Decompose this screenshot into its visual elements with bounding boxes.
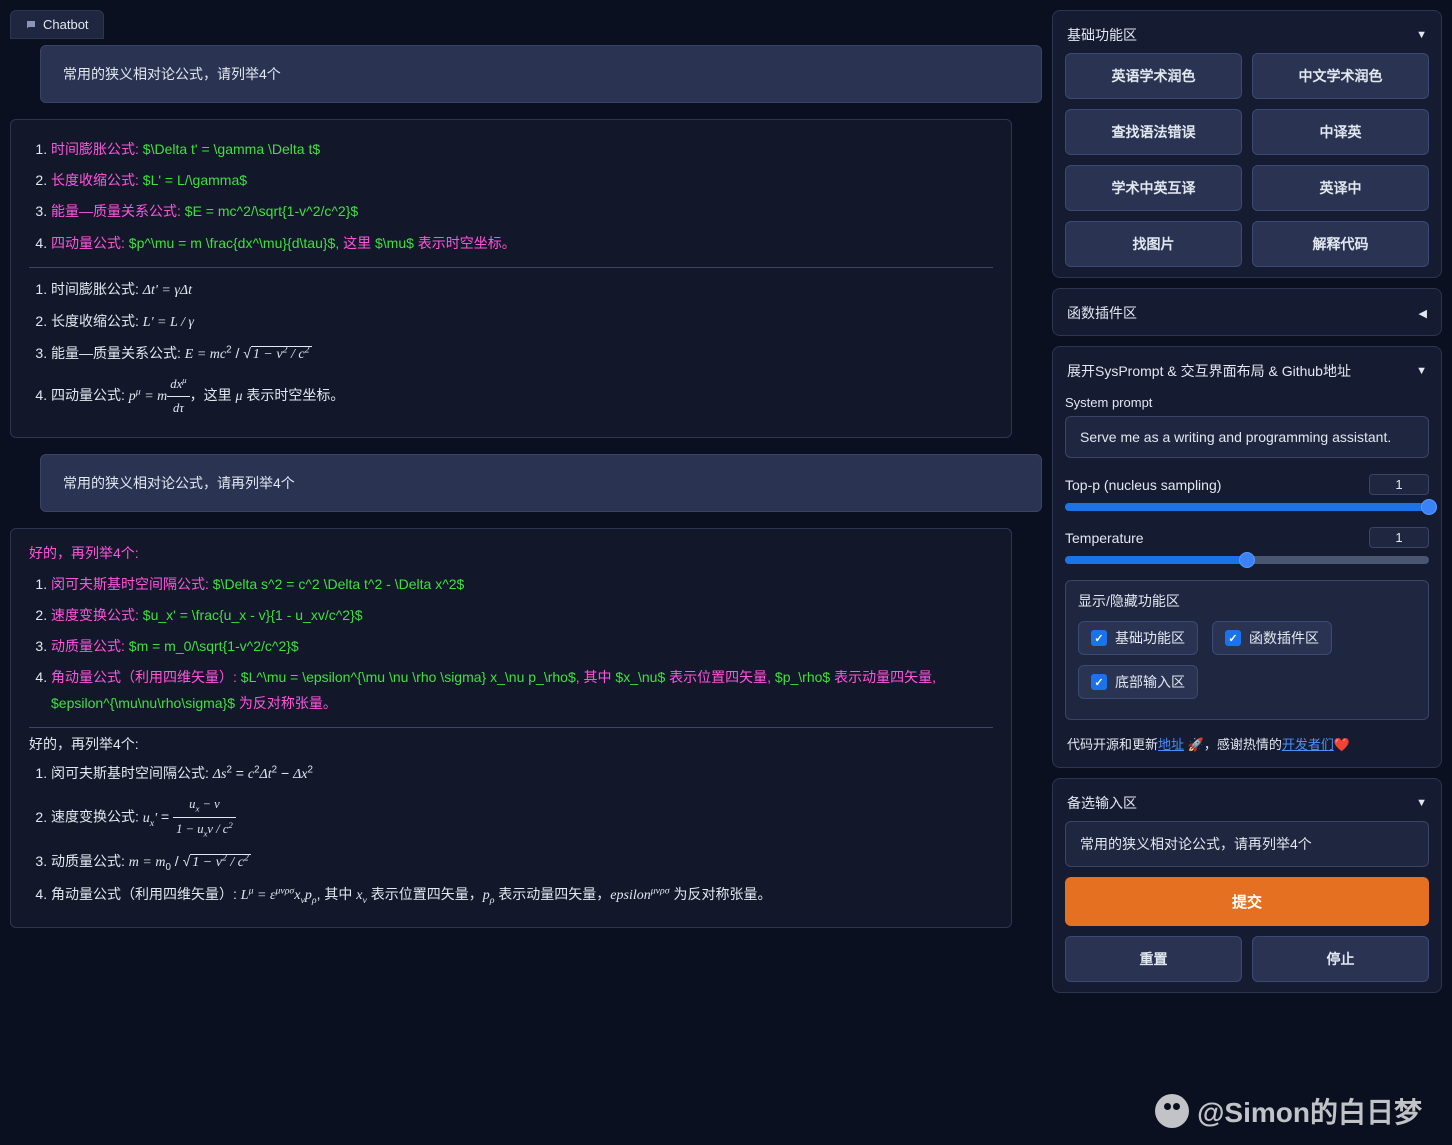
system-prompt-input[interactable]: Serve me as a writing and programming as… <box>1065 416 1429 458</box>
devs-link[interactable]: 开发者们 <box>1282 737 1334 752</box>
chat-icon <box>25 19 37 31</box>
tab-bar: Chatbot <box>10 10 1042 39</box>
panel-basic: 基础功能区 ▼ 英语学术润色 中文学术润色 查找语法错误 中译英 学术中英互译 … <box>1052 10 1442 278</box>
checkbox-plugins[interactable]: ✓ 函数插件区 <box>1212 621 1332 655</box>
user-message: 常用的狭义相对论公式，请列举4个 <box>40 45 1042 103</box>
reset-button[interactable]: 重置 <box>1065 936 1242 982</box>
user-message: 常用的狭义相对论公式，请再列举4个 <box>40 454 1042 512</box>
func-btn-find-image[interactable]: 找图片 <box>1065 221 1242 267</box>
checkbox-basic[interactable]: ✓ 基础功能区 <box>1078 621 1198 655</box>
check-icon: ✓ <box>1225 630 1241 646</box>
bot-message: 时间膨胀公式: $\Delta t' = \gamma \Delta t$ 长度… <box>10 119 1012 438</box>
formula-list-rendered: 闵可夫斯基时空间隔公式: Δs2 = c2Δt2 − Δx2 速度变换公式: u… <box>29 758 993 913</box>
panel-plugins: 函数插件区 ◀ <box>1052 288 1442 336</box>
func-btn-english-polish[interactable]: 英语学术润色 <box>1065 53 1242 99</box>
visibility-box: 显示/隐藏功能区 ✓ 基础功能区 ✓ 函数插件区 ✓ 底部输入区 <box>1065 580 1429 720</box>
check-icon: ✓ <box>1091 630 1107 646</box>
rocket-icon: 🚀 <box>1188 737 1204 752</box>
bot-message: 好的，再列举4个: 闵可夫斯基时空间隔公式: $\Delta s^2 = c^2… <box>10 528 1012 928</box>
separator <box>29 727 993 728</box>
panel-input: 备选输入区 ▼ 常用的狭义相对论公式，请再列举4个 提交 重置 停止 <box>1052 778 1442 993</box>
func-btn-explain-code[interactable]: 解释代码 <box>1252 221 1429 267</box>
temp-slider-row: Temperature 1 <box>1065 527 1429 564</box>
user-text: 常用的狭义相对论公式，请列举4个 <box>63 66 281 82</box>
temp-slider[interactable] <box>1065 556 1429 564</box>
temp-value[interactable]: 1 <box>1369 527 1429 548</box>
chat-pane: Chatbot 常用的狭义相对论公式，请列举4个 时间膨胀公式: $\Delta… <box>10 10 1042 993</box>
chevron-down-icon: ▼ <box>1416 797 1427 809</box>
func-btn-chinese-polish[interactable]: 中文学术润色 <box>1252 53 1429 99</box>
panel-header[interactable]: 基础功能区 ▼ <box>1065 21 1429 53</box>
topp-label: Top-p (nucleus sampling) <box>1065 477 1221 493</box>
visibility-title: 显示/隐藏功能区 <box>1078 591 1416 611</box>
repo-link[interactable]: 地址 <box>1158 737 1184 752</box>
topp-slider[interactable] <box>1065 503 1429 511</box>
panel-expand: 展开SysPrompt & 交互界面布局 & Github地址 ▼ System… <box>1052 346 1442 768</box>
separator <box>29 267 993 268</box>
func-btn-grammar[interactable]: 查找语法错误 <box>1065 109 1242 155</box>
tab-chatbot[interactable]: Chatbot <box>10 10 104 39</box>
panel-header[interactable]: 函数插件区 ◀ <box>1065 299 1429 325</box>
watermark: @Simon的白日梦 <box>1155 1091 1422 1131</box>
temp-label: Temperature <box>1065 530 1144 546</box>
weibo-icon <box>1155 1094 1189 1128</box>
chat-area: 常用的狭义相对论公式，请列举4个 时间膨胀公式: $\Delta t' = \g… <box>10 45 1042 928</box>
formula-list-rendered: 时间膨胀公式: Δt' = γΔt 长度收缩公式: L' = L / γ 能量—… <box>29 274 993 423</box>
chevron-down-icon: ▼ <box>1416 365 1427 377</box>
button-grid: 英语学术润色 中文学术润色 查找语法错误 中译英 学术中英互译 英译中 找图片 … <box>1065 53 1429 267</box>
submit-button[interactable]: 提交 <box>1065 877 1429 926</box>
panel-header[interactable]: 备选输入区 ▼ <box>1065 789 1429 821</box>
heart-icon: ❤️ <box>1334 737 1350 752</box>
check-icon: ✓ <box>1091 674 1107 690</box>
tab-label: Chatbot <box>43 17 89 32</box>
formula-list-raw: 闵可夫斯基时空间隔公式: $\Delta s^2 = c^2 \Delta t^… <box>29 569 993 719</box>
topp-slider-row: Top-p (nucleus sampling) 1 <box>1065 474 1429 511</box>
func-btn-zh-en[interactable]: 中译英 <box>1252 109 1429 155</box>
system-prompt-label: System prompt <box>1065 395 1429 410</box>
topp-value[interactable]: 1 <box>1369 474 1429 495</box>
formula-list-raw: 时间膨胀公式: $\Delta t' = \gamma \Delta t$ 长度… <box>29 134 993 259</box>
chevron-down-icon: ▼ <box>1416 29 1427 41</box>
links-line: 代码开源和更新地址 🚀，感谢热情的开发者们❤️ <box>1065 734 1429 757</box>
func-btn-academic-trans[interactable]: 学术中英互译 <box>1065 165 1242 211</box>
alt-input[interactable]: 常用的狭义相对论公式，请再列举4个 <box>1065 821 1429 867</box>
panel-header[interactable]: 展开SysPrompt & 交互界面布局 & Github地址 ▼ <box>1065 357 1429 389</box>
user-text: 常用的狭义相对论公式，请再列举4个 <box>63 475 295 491</box>
chevron-left-icon: ◀ <box>1419 307 1427 320</box>
stop-button[interactable]: 停止 <box>1252 936 1429 982</box>
side-pane: 基础功能区 ▼ 英语学术润色 中文学术润色 查找语法错误 中译英 学术中英互译 … <box>1052 10 1442 993</box>
checkbox-bottom-input[interactable]: ✓ 底部输入区 <box>1078 665 1198 699</box>
func-btn-en-zh[interactable]: 英译中 <box>1252 165 1429 211</box>
